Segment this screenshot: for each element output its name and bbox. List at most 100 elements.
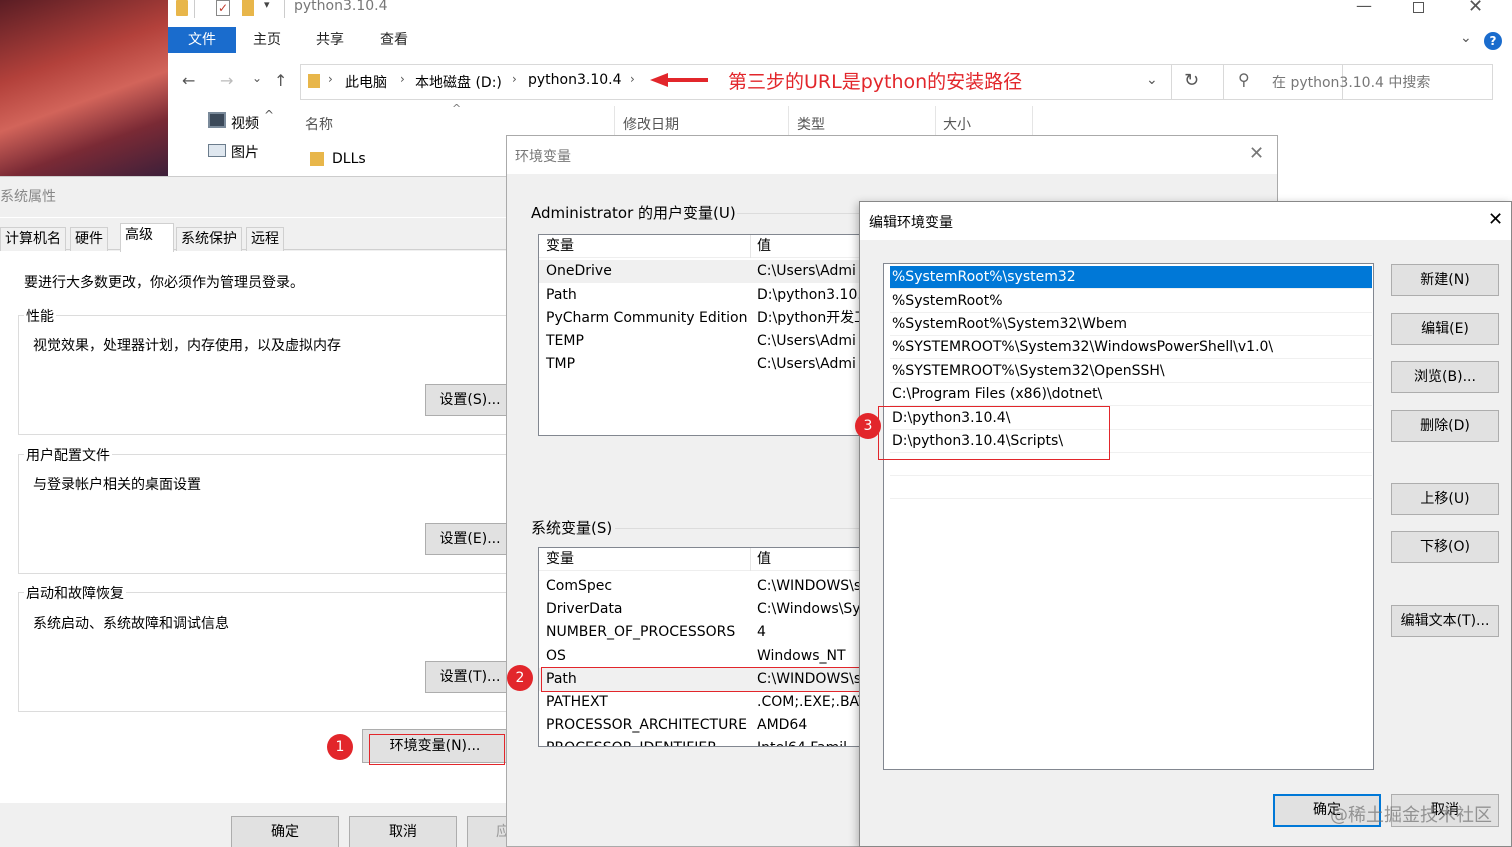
refresh-icon[interactable]: ↻ xyxy=(1184,70,1199,91)
annotation-badge-2: 2 xyxy=(507,665,533,691)
table-row[interactable]: PATHEXT .COM;.EXE;.BAT xyxy=(539,691,867,714)
table-row[interactable]: TMP C:\Users\Admi xyxy=(539,353,869,376)
tab-file[interactable]: 文件 xyxy=(168,27,236,53)
table-row[interactable]: Path D:\python3.10. xyxy=(539,284,869,307)
table-row[interactable]: DriverData C:\Windows\Sy xyxy=(539,598,867,621)
forward-arrow-icon[interactable]: → xyxy=(220,71,233,90)
breadcrumb-separator: › xyxy=(630,72,635,86)
variable-name: DriverData xyxy=(546,601,623,617)
back-arrow-icon[interactable]: ← xyxy=(182,71,195,90)
performance-settings-button[interactable]: 设置(S)... xyxy=(425,384,515,416)
column-separator xyxy=(1032,106,1033,136)
sort-chevron-icon: ^ xyxy=(452,102,462,115)
system-variables-list[interactable]: 变量 值 ComSpec C:\WINDOWS\s DriverData C:\… xyxy=(538,547,868,747)
variable-name: TMP xyxy=(546,356,576,372)
folder-icon[interactable] xyxy=(242,0,254,16)
checkbox-icon[interactable]: ✓ xyxy=(216,0,230,16)
column-header-value[interactable]: 值 xyxy=(757,235,771,258)
close-icon[interactable]: ✕ xyxy=(1249,143,1264,164)
tab-system-protection[interactable]: 系统保护 xyxy=(176,227,242,251)
file-item-dlls[interactable]: DLLs xyxy=(332,151,366,167)
column-header-value[interactable]: 值 xyxy=(757,548,771,571)
table-row[interactable]: PROCESSOR_ARCHITECTURE AMD64 xyxy=(539,714,867,737)
nav-item-videos[interactable]: 视频 xyxy=(231,113,259,133)
variable-value: D:\python3.10. xyxy=(757,287,862,303)
column-header-size[interactable]: 大小 xyxy=(943,114,971,134)
table-row[interactable]: NUMBER_OF_PROCESSORS 4 xyxy=(539,621,867,644)
column-header-variable[interactable]: 变量 xyxy=(546,235,574,258)
breadcrumb-python[interactable]: python3.10.4 xyxy=(528,72,622,88)
minimize-icon[interactable]: — xyxy=(1356,0,1372,15)
ribbon-expand-icon[interactable]: ⌄ xyxy=(1460,30,1472,46)
section-rule xyxy=(737,213,867,214)
table-row[interactable]: TEMP C:\Users\Admi xyxy=(539,330,869,353)
breadcrumb-this-pc[interactable]: 此电脑 xyxy=(345,72,387,92)
variable-name: OS xyxy=(546,648,566,664)
up-arrow-icon[interactable]: ↑ xyxy=(274,71,287,90)
table-row[interactable]: ComSpec C:\WINDOWS\s xyxy=(539,575,867,598)
list-item[interactable]: C:\Program Files (x86)\dotnet\ xyxy=(890,383,1372,406)
variable-value: C:\Users\Admi xyxy=(757,333,856,349)
annotation-badge-1: 1 xyxy=(327,734,353,760)
column-header-type[interactable]: 类型 xyxy=(797,114,825,134)
list-item[interactable]: %SYSTEMROOT%\System32\OpenSSH\ xyxy=(890,360,1372,383)
table-row[interactable]: PyCharm Community Edition D:\python开发工 xyxy=(539,307,869,330)
folder-icon xyxy=(308,74,320,88)
folder-icon[interactable] xyxy=(176,0,188,16)
tab-view[interactable]: 查看 xyxy=(380,27,408,53)
variable-name: PATHEXT xyxy=(546,694,608,710)
tab-advanced[interactable]: 高级 xyxy=(120,223,174,252)
tab-computer-name[interactable]: 计算机名 xyxy=(0,227,66,251)
table-row[interactable]: OS Windows_NT xyxy=(539,645,867,668)
variable-value: .COM;.EXE;.BAT xyxy=(757,694,867,710)
variable-name: NUMBER_OF_PROCESSORS xyxy=(546,624,736,640)
close-icon[interactable]: ✕ xyxy=(1488,209,1503,230)
move-down-button[interactable]: 下移(O) xyxy=(1391,531,1499,563)
breadcrumb-local-disk[interactable]: 本地磁盘 (D:) xyxy=(415,72,502,92)
dialog-title: 环境变量 xyxy=(515,149,571,165)
table-row[interactable]: PROCESSOR_IDENTIFIER Intel64 Famil xyxy=(539,737,867,746)
user-variables-list[interactable]: 变量 值 OneDrive C:\Users\Admi Path D:\pyth… xyxy=(538,234,869,436)
chevron-up-icon[interactable]: ^ xyxy=(264,108,274,122)
tab-remote[interactable]: 远程 xyxy=(246,227,284,251)
chevron-down-icon[interactable]: ▾ xyxy=(264,0,270,11)
edit-button[interactable]: 编辑(E) xyxy=(1391,313,1499,345)
variable-value: 4 xyxy=(757,624,766,640)
column-header-variable[interactable]: 变量 xyxy=(546,548,574,571)
maximize-icon[interactable] xyxy=(1413,2,1424,13)
column-header-name[interactable]: 名称 xyxy=(305,114,333,134)
path-entries-list[interactable]: %SystemRoot%\system32 %SystemRoot% %Syst… xyxy=(883,263,1374,770)
desktop-wallpaper xyxy=(0,0,170,178)
list-item[interactable]: %SystemRoot% xyxy=(890,290,1372,313)
move-up-button[interactable]: 上移(U) xyxy=(1391,483,1499,515)
user-profile-group xyxy=(18,454,512,574)
close-icon[interactable]: ✕ xyxy=(1468,0,1483,17)
column-separator xyxy=(788,106,789,136)
variable-name: PyCharm Community Edition xyxy=(546,310,748,326)
column-separator xyxy=(750,548,751,571)
list-item-selected[interactable]: %SystemRoot%\system32 xyxy=(890,266,1372,289)
address-dropdown-icon[interactable]: ⌄ xyxy=(1146,72,1158,88)
browse-button[interactable]: 浏览(B)... xyxy=(1391,361,1499,393)
edit-text-button[interactable]: 编辑文本(T)... xyxy=(1391,605,1499,637)
help-icon[interactable]: ? xyxy=(1484,32,1502,50)
list-item-empty[interactable] xyxy=(890,476,1372,499)
user-profile-settings-button[interactable]: 设置(E)... xyxy=(425,523,515,555)
recent-locations-icon[interactable]: ⌄ xyxy=(252,71,262,85)
nav-item-pictures[interactable]: 图片 xyxy=(231,142,259,162)
list-header: 变量 值 xyxy=(539,548,867,571)
tab-home[interactable]: 主页 xyxy=(253,27,281,53)
cancel-button[interactable]: 取消 xyxy=(349,816,457,847)
new-button[interactable]: 新建(N) xyxy=(1391,264,1499,296)
tab-hardware[interactable]: 硬件 xyxy=(70,227,108,251)
tab-share[interactable]: 共享 xyxy=(316,27,344,53)
variable-value: C:\Users\Admi xyxy=(757,263,856,279)
delete-button[interactable]: 删除(D) xyxy=(1391,410,1499,442)
list-item[interactable]: %SystemRoot%\System32\Wbem xyxy=(890,313,1372,336)
table-row[interactable]: OneDrive C:\Users\Admi xyxy=(539,260,869,283)
startup-recovery-settings-button[interactable]: 设置(T)... xyxy=(425,661,515,693)
list-item[interactable]: %SYSTEMROOT%\System32\WindowsPowerShell\… xyxy=(890,336,1372,359)
column-header-date[interactable]: 修改日期 xyxy=(623,114,679,134)
variable-value: Windows_NT xyxy=(757,648,846,664)
ok-button[interactable]: 确定 xyxy=(231,816,339,847)
